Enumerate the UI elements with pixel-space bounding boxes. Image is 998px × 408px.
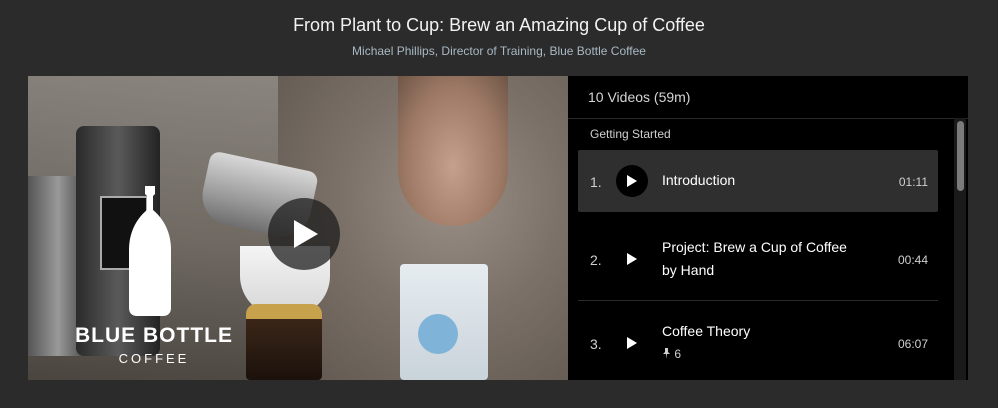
- item-duration: 01:11: [898, 175, 928, 189]
- item-duration: 06:07: [897, 337, 928, 351]
- video-play-button[interactable]: [268, 198, 340, 270]
- playlist-item[interactable]: 1. Introduction 01:11: [578, 150, 938, 212]
- playlist-summary: 10 Videos (59m): [588, 89, 691, 105]
- play-icon: [294, 220, 318, 248]
- presenter-head: [398, 76, 508, 226]
- coffee-bag-label: [418, 314, 458, 354]
- item-number: 2.: [590, 252, 602, 268]
- play-icon: [627, 337, 637, 349]
- video-player[interactable]: BLUE BOTTLE COFFEE: [28, 76, 568, 380]
- section-title: Getting Started: [590, 127, 671, 141]
- playlist-item[interactable]: 3. Coffee Theory 6 06:07: [578, 302, 938, 380]
- brand-logo-text: BLUE BOTTLE: [75, 324, 233, 347]
- item-title: Coffee Theory: [662, 323, 751, 339]
- pin-count-value: 6: [674, 347, 682, 361]
- item-pin-count: 6: [662, 347, 681, 361]
- course-header: From Plant to Cup: Brew an Amazing Cup o…: [0, 0, 998, 76]
- brand-logo-subtext: COFFEE: [118, 351, 190, 366]
- coffee-carafe: [246, 304, 322, 380]
- course-instructor: Michael Phillips, Director of Training, …: [352, 44, 646, 58]
- playlist-scroll-thumb[interactable]: [957, 121, 964, 191]
- item-play-button[interactable]: [616, 243, 648, 275]
- pin-icon: [663, 348, 670, 359]
- item-title: Introduction: [662, 172, 736, 188]
- playlist-panel: 10 Videos (59m) Getting Started 1. Intro…: [568, 76, 968, 380]
- play-icon: [627, 253, 637, 265]
- blue-bottle-logo-icon: [129, 186, 171, 316]
- course-title: From Plant to Cup: Brew an Amazing Cup o…: [293, 15, 705, 35]
- playlist-item[interactable]: 2. Project: Brew a Cup of Coffee by Hand…: [578, 216, 938, 301]
- item-play-button[interactable]: [616, 327, 648, 359]
- item-title: Project: Brew a Cup of Coffee by Hand: [662, 239, 847, 278]
- play-icon: [627, 175, 637, 187]
- item-number: 1.: [590, 174, 602, 190]
- item-number: 3.: [590, 336, 602, 352]
- item-divider: [578, 300, 938, 301]
- item-duration: 00:44: [897, 253, 928, 267]
- playlist-header: 10 Videos (59m): [568, 76, 968, 119]
- item-play-button[interactable]: [616, 165, 648, 197]
